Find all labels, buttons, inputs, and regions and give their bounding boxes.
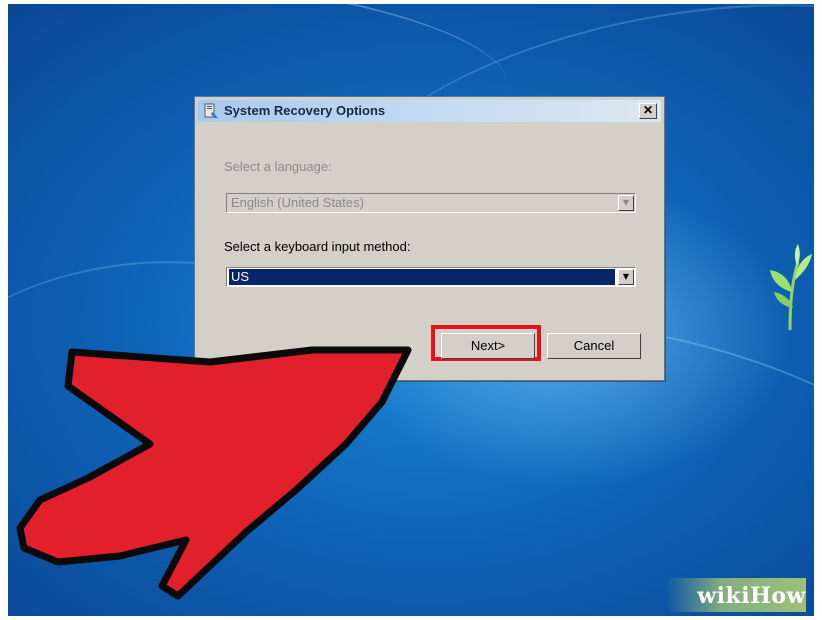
dialog-title: System Recovery Options	[224, 103, 386, 118]
language-select: English (United States) ▼	[226, 193, 636, 213]
system-recovery-dialog: System Recovery Options ✕ Select a langu…	[194, 96, 665, 381]
dialog-titlebar: System Recovery Options ✕	[198, 100, 661, 122]
keyboard-select[interactable]: US ▼	[226, 267, 636, 287]
close-icon: ✕	[642, 103, 654, 117]
chevron-down-icon: ▼	[618, 195, 634, 211]
watermark-logo: wikiHow	[697, 583, 806, 609]
keyboard-select-value[interactable]: US	[229, 269, 615, 285]
chevron-down-icon[interactable]: ▼	[618, 269, 634, 285]
app-icon	[204, 103, 218, 118]
keyboard-label: Select a keyboard input method:	[224, 239, 411, 254]
watermark-banner: wikiHow	[666, 578, 806, 612]
desktop-wallpaper: System Recovery Options ✕ Select a langu…	[8, 4, 814, 616]
language-select-value: English (United States)	[231, 195, 364, 210]
next-button[interactable]: Next>	[441, 333, 535, 359]
close-button[interactable]: ✕	[639, 103, 657, 119]
leaf-icon	[770, 244, 812, 331]
cancel-button[interactable]: Cancel	[547, 333, 641, 359]
language-label: Select a language:	[224, 159, 332, 174]
